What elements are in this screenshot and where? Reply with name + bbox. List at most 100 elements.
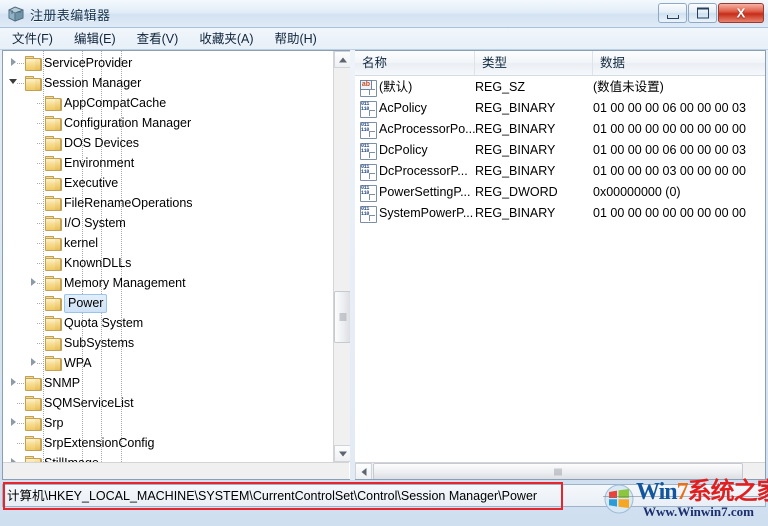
- binary-value-icon: 011 110: [360, 164, 377, 181]
- tree-connector: [17, 423, 24, 424]
- tree-item-label: StillImage: [44, 453, 99, 462]
- tree-item-sqmservicelist[interactable]: SQMServiceList: [3, 393, 329, 413]
- value-data-cell: 01 00 00 00 03 00 00 00 00: [593, 164, 746, 178]
- value-type-cell: REG_BINARY: [475, 101, 556, 115]
- folder-icon: [45, 156, 62, 171]
- maximize-icon: [696, 7, 709, 19]
- folder-icon: [45, 256, 62, 271]
- value-row[interactable]: 011 110 DcProcessorP... REG_BINARY 01 00 00 …: [355, 161, 765, 182]
- tree-vertical-scrollbar[interactable]: [333, 51, 350, 462]
- tree-item-srpextensionconfig[interactable]: SrpExtensionConfig: [3, 433, 329, 453]
- tree-connector: [37, 303, 44, 304]
- value-name-cell: AcProcessorPo...: [379, 122, 475, 136]
- tree-scroll-down-button[interactable]: [334, 445, 350, 462]
- watermark-title: Win7系统之家: [636, 479, 768, 505]
- value-row[interactable]: 011 110 SystemPowerP... REG_BINARY 01 00 00 …: [355, 203, 765, 224]
- values-scroll-left-button[interactable]: [355, 463, 372, 479]
- value-row[interactable]: ab (默认) REG_SZ (数值未设置): [355, 77, 765, 98]
- tree-item-srp[interactable]: Srp: [3, 413, 329, 433]
- close-button[interactable]: X: [718, 3, 764, 23]
- value-name-cell: PowerSettingP...: [379, 185, 471, 199]
- tree-scroll-up-button[interactable]: [334, 51, 350, 68]
- tree-item-label: AppCompatCache: [64, 96, 167, 110]
- tree-connector: [37, 323, 44, 324]
- column-type[interactable]: 类型: [475, 51, 593, 75]
- value-name-cell: DcPolicy: [379, 143, 428, 157]
- values-list[interactable]: ab (默认) REG_SZ (数值未设置) 011 110 AcPolicy REG_BIN…: [355, 76, 765, 479]
- tree-item-label: Srp: [44, 416, 64, 430]
- tree-item-kernel[interactable]: kernel: [3, 233, 329, 253]
- maximize-button[interactable]: [688, 3, 717, 23]
- tree-item-serviceprovider[interactable]: ServiceProvider: [3, 53, 329, 73]
- menu-help[interactable]: 帮助(H): [265, 29, 325, 49]
- tree-item-label: ServiceProvider: [44, 56, 133, 70]
- tree-item-dos-devices[interactable]: DOS Devices: [3, 133, 329, 153]
- close-icon: X: [736, 5, 746, 21]
- tree-horizontal-scrollbar[interactable]: [3, 462, 349, 479]
- tree-item-i-o-system[interactable]: I/O System: [3, 213, 329, 233]
- tree-item-label: Session Manager: [44, 76, 142, 90]
- tree-item-label: DOS Devices: [64, 136, 140, 150]
- tree-item-knowndlls[interactable]: KnownDLLs: [3, 253, 329, 273]
- tree-connector: [37, 203, 44, 204]
- folder-icon: [25, 416, 42, 431]
- tree-item-quota-system[interactable]: Quota System: [3, 313, 329, 333]
- tree-item-memory-management[interactable]: Memory Management: [3, 273, 329, 293]
- tree-connector: [17, 383, 24, 384]
- grip-icon: [339, 313, 346, 321]
- value-name-cell: DcProcessorP...: [379, 164, 468, 178]
- folder-icon: [45, 136, 62, 151]
- tree-item-appcompatcache[interactable]: AppCompatCache: [3, 93, 329, 113]
- minimize-icon: [666, 14, 679, 19]
- folder-icon: [45, 276, 62, 291]
- tree-item-configuration-manager[interactable]: Configuration Manager: [3, 113, 329, 133]
- tree-connector: [37, 183, 44, 184]
- tree-item-label: Configuration Manager: [64, 116, 192, 130]
- tree-item-power[interactable]: Power: [3, 293, 329, 313]
- tree-item-label: WPA: [64, 356, 92, 370]
- value-data-cell: 0x00000000 (0): [593, 185, 681, 199]
- value-row[interactable]: 011 110 AcPolicy REG_BINARY 01 00 00 00 06 0…: [355, 98, 765, 119]
- menu-edit[interactable]: 编辑(E): [65, 29, 125, 49]
- menu-favorites[interactable]: 收藏夹(A): [190, 29, 262, 49]
- regedit-window: 注册表编辑器 X 文件(F) 编辑(E) 查看(V) 收藏夹(A) 帮助(H) Serv…: [0, 0, 768, 526]
- tree-item-label: Quota System: [64, 316, 144, 330]
- tree-item-label: Power: [64, 293, 108, 313]
- tree-connector: [37, 103, 44, 104]
- column-data[interactable]: 数据: [593, 51, 765, 75]
- folder-icon: [25, 436, 42, 451]
- value-type-cell: REG_DWORD: [475, 185, 558, 199]
- registry-tree[interactable]: ServiceProvider Session Manager AppCompatC…: [3, 51, 329, 462]
- grip-icon: [554, 468, 562, 475]
- tree-scroll-thumb[interactable]: [334, 291, 350, 343]
- tree-item-wpa[interactable]: WPA: [3, 353, 329, 373]
- tree-item-label: SQMServiceList: [44, 396, 134, 410]
- triangle-icon: [11, 58, 16, 66]
- menu-view[interactable]: 查看(V): [128, 29, 188, 49]
- tree-item-subsystems[interactable]: SubSystems: [3, 333, 329, 353]
- tree-item-filerenameoperations[interactable]: FileRenameOperations: [3, 193, 329, 213]
- value-type-cell: REG_BINARY: [475, 143, 556, 157]
- value-row[interactable]: 011 110 DcPolicy REG_BINARY 01 00 00 00 06 0…: [355, 140, 765, 161]
- tree-item-executive[interactable]: Executive: [3, 173, 329, 193]
- tree-connector: [37, 123, 44, 124]
- value-data-cell: 01 00 00 00 00 00 00 00 00: [593, 206, 746, 220]
- column-name[interactable]: 名称: [355, 51, 475, 75]
- menu-file[interactable]: 文件(F): [3, 29, 62, 49]
- tree-item-environment[interactable]: Environment: [3, 153, 329, 173]
- regedit-icon: [7, 5, 25, 23]
- value-type-cell: REG_BINARY: [475, 122, 556, 136]
- folder-icon: [25, 76, 42, 91]
- tree-item-label: I/O System: [64, 216, 126, 230]
- tree-connector: [17, 443, 24, 444]
- tree-item-session-manager[interactable]: Session Manager: [3, 73, 329, 93]
- folder-icon: [45, 116, 62, 131]
- value-row[interactable]: 011 110 PowerSettingP... REG_DWORD 0x0000000…: [355, 182, 765, 203]
- tree-item-snmp[interactable]: SNMP: [3, 373, 329, 393]
- folder-icon: [45, 316, 62, 331]
- value-row[interactable]: 011 110 AcProcessorPo... REG_BINARY 01 00 00…: [355, 119, 765, 140]
- tree-item-stillimage[interactable]: StillImage: [3, 453, 329, 462]
- tree-item-label: Environment: [64, 156, 135, 170]
- minimize-button[interactable]: [658, 3, 687, 23]
- tree-connector: [37, 283, 44, 284]
